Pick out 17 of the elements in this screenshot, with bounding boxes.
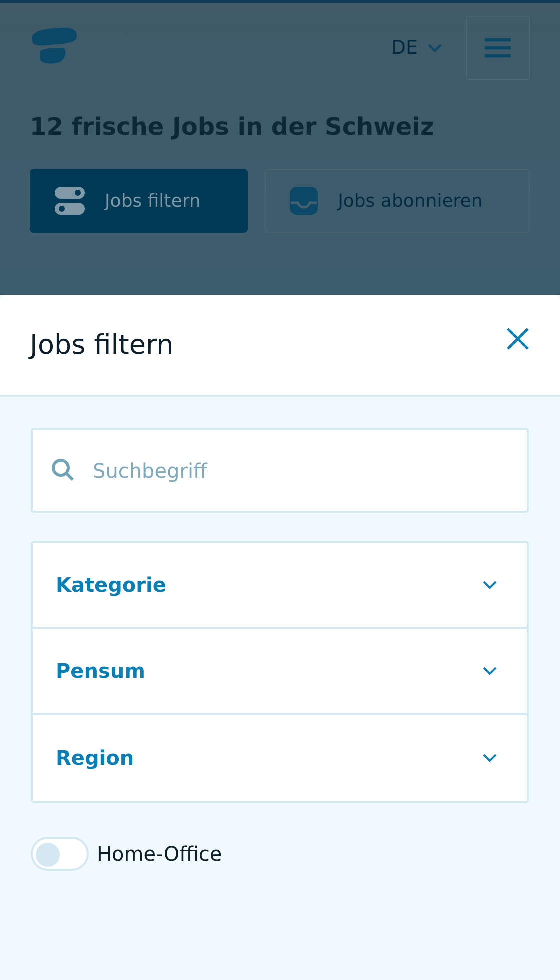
close-icon xyxy=(506,327,530,351)
chevron-down-icon xyxy=(483,666,497,676)
search-field[interactable]: Suchbegriff xyxy=(31,428,529,513)
chevron-down-icon xyxy=(483,754,497,762)
menu-icon xyxy=(485,38,511,58)
logo-icon[interactable] xyxy=(30,27,78,65)
toggle-label: Home-Office xyxy=(97,842,222,866)
close-button[interactable] xyxy=(506,327,530,351)
filter-button[interactable]: Jobs filtern xyxy=(30,169,248,233)
chevron-down-icon xyxy=(428,44,442,52)
menu-button[interactable] xyxy=(466,16,530,80)
sheet-title: Jobs filtern xyxy=(30,330,174,360)
chevron-down-icon xyxy=(483,580,497,590)
inbox-icon xyxy=(290,187,318,215)
toggles-icon xyxy=(55,186,85,216)
filter-dropdown[interactable]: Kategorie xyxy=(33,543,527,629)
toggle-switch[interactable] xyxy=(31,837,89,871)
